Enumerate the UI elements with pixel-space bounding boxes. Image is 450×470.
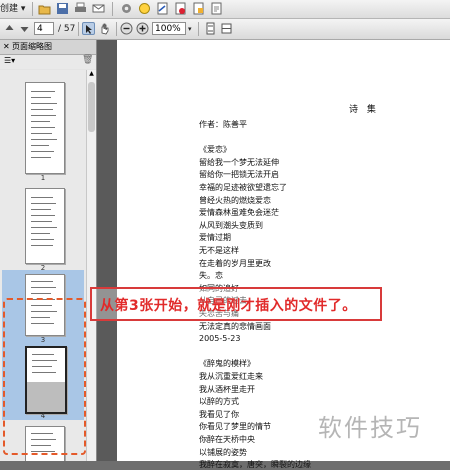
forms-icon[interactable] <box>192 2 205 15</box>
document-line: 以醉的方式 <box>199 397 239 407</box>
document-line: 你醉在天桥中央 <box>199 435 255 444</box>
delete-icon[interactable]: 🗑 <box>82 55 93 65</box>
zoom-level-select[interactable]: 100% <box>152 22 186 35</box>
chevron-down-icon[interactable]: ▾ <box>188 21 192 37</box>
email-icon[interactable] <box>92 2 105 15</box>
annotation-text: 从第3张开始，就是刚才插入的文件了。 <box>100 298 357 314</box>
toolbar-divider <box>78 22 79 36</box>
watermark: 软件技巧 <box>318 414 422 442</box>
gear-icon[interactable] <box>120 2 133 15</box>
document-line: 2005-5-23 <box>199 334 241 344</box>
document-line: 留给我一个梦无法延伸 <box>199 157 279 167</box>
panel-header: ✕ 页面缩略图 <box>0 40 96 55</box>
next-page-icon[interactable] <box>18 22 31 35</box>
comment-icon[interactable] <box>138 2 151 15</box>
thumbnail-page[interactable] <box>25 188 65 264</box>
document-line: 以铺展的姿势 <box>199 447 247 457</box>
annotation-callout: 从第3张开始，就是刚才插入的文件了。 <box>90 287 382 321</box>
document-line: 我从酒杯里走开 <box>199 384 255 394</box>
thumbnail-scrollbar[interactable]: ▲ <box>86 70 96 461</box>
toolbar-divider <box>198 22 199 36</box>
open-folder-icon[interactable] <box>38 2 51 15</box>
panel-title: 页面缩略图 <box>12 42 52 51</box>
document-line: 在走着的岁月里更改 <box>199 258 271 268</box>
document-page: 诗 集 作者：陈善平 《爱恋》留给我一个梦无法延伸 留给你一把锁无法开启 幸福的足迹被… <box>117 40 450 469</box>
document-line: 从风到潮头变质到 <box>199 220 263 230</box>
review-icon[interactable] <box>210 2 223 15</box>
document-line: 你看见了梦里的情节 <box>199 422 271 432</box>
document-line: 无不是这样 <box>199 246 239 255</box>
document-line: 曾经火热的燃烧爱恋 <box>199 195 271 205</box>
options-menu-icon[interactable]: ☰▾ <box>4 56 15 65</box>
toolbar-divider <box>32 2 33 16</box>
panel-options: ☰▾ 🗑 <box>0 55 96 69</box>
panel-divider[interactable] <box>97 40 117 461</box>
fit-width-icon[interactable] <box>220 22 233 35</box>
main-toolbar: 创建 ▾ <box>0 0 450 19</box>
document-line: 爱情过期 <box>199 233 231 243</box>
page-count: / 57 <box>58 24 76 34</box>
select-cursor-icon[interactable] <box>82 22 95 35</box>
create-menu[interactable]: 创建 ▾ <box>0 1 25 17</box>
navigation-toolbar: 4 / 57 100% ▾ <box>0 19 450 40</box>
toolbar-divider <box>112 2 113 16</box>
fit-page-icon[interactable] <box>204 22 217 35</box>
document-line: 作者：陈善平 <box>199 120 247 129</box>
secure-icon[interactable] <box>174 2 187 15</box>
print-icon[interactable] <box>74 2 87 15</box>
document-line: 爱情森林虽难免会迷茫 <box>199 208 279 218</box>
scrollbar-thumb[interactable] <box>88 82 95 132</box>
panel-close-icon[interactable]: ✕ <box>3 40 10 54</box>
highlight-frame <box>3 298 86 455</box>
save-icon[interactable] <box>56 2 69 15</box>
document-line: 无法定真的悲情画面 <box>199 321 271 331</box>
zoom-in-icon[interactable] <box>136 22 149 35</box>
document-line: 失。恋 <box>199 271 223 281</box>
document-line: 我醉在寂寞，唐突，瞬裂的边缘 <box>199 460 311 470</box>
scroll-up-icon[interactable]: ▲ <box>88 70 95 79</box>
document-title: 诗 集 <box>349 105 379 115</box>
prev-page-icon[interactable] <box>3 22 16 35</box>
thumbnail-list: 1 2 3 4 5 <box>0 70 86 461</box>
thumbnail-panel: ✕ 页面缩略图 ☰▾ 🗑 1 2 3 4 ▲ <box>0 40 97 461</box>
hand-tool-icon[interactable] <box>98 22 111 35</box>
document-line: 幸福的足迹被欲望遗忘了 <box>199 183 287 192</box>
toolbar-divider <box>116 22 117 36</box>
sign-icon[interactable] <box>156 2 169 15</box>
document-line: 我看见了你 <box>199 409 239 419</box>
document-line: 《爱恋》 <box>199 145 231 155</box>
zoom-out-icon[interactable] <box>120 22 133 35</box>
page-number-input[interactable]: 4 <box>34 22 54 35</box>
document-line: 《醉鬼的模样》 <box>199 359 255 369</box>
document-line: 我从沉重爱红走来 <box>199 372 263 381</box>
thumbnail-number: 2 <box>40 264 46 272</box>
thumbnail-page[interactable] <box>25 82 65 174</box>
thumbnail-number: 1 <box>40 174 46 182</box>
document-line: 留给你一把锁无法开启 <box>199 170 279 180</box>
